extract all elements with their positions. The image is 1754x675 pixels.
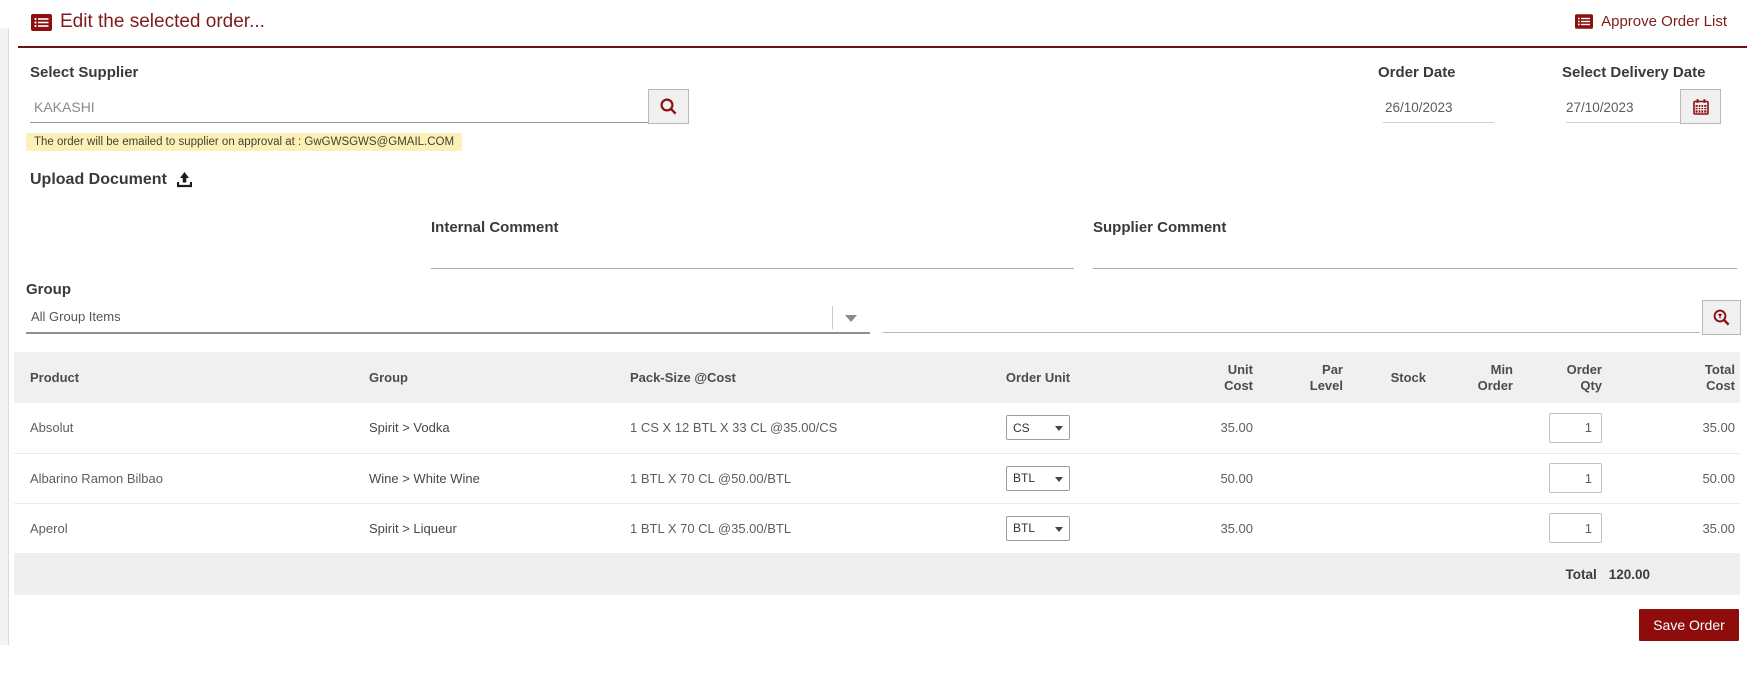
- cell-min-order: [1431, 453, 1518, 504]
- table-footer-row: Total 120.00: [14, 553, 1740, 595]
- order-unit-value: CS: [1013, 420, 1030, 435]
- approve-order-list-link[interactable]: Approve Order List: [1575, 13, 1727, 30]
- internal-comment-label: Internal Comment: [431, 219, 559, 236]
- search-icon: [659, 97, 678, 116]
- col-header-product: Product: [14, 352, 355, 403]
- delivery-date-value[interactable]: 27/10/2023: [1566, 100, 1634, 115]
- delivery-date-label: Select Delivery Date: [1562, 64, 1706, 81]
- supplier-input[interactable]: [30, 92, 648, 123]
- table-header-row: Product Group Pack-Size @Cost Order Unit…: [14, 352, 1740, 403]
- internal-comment-input[interactable]: [431, 241, 1074, 269]
- delivery-date-underline: [1566, 122, 1682, 123]
- supplier-comment-label: Supplier Comment: [1093, 219, 1227, 236]
- chevron-down-icon: [1055, 476, 1063, 482]
- cell-unit-cost: 35.00: [1086, 403, 1258, 454]
- col-header-order-unit: Order Unit: [990, 352, 1086, 403]
- calendar-icon: [1692, 98, 1710, 116]
- delivery-date-calendar-button[interactable]: [1680, 89, 1721, 124]
- order-unit-select[interactable]: BTL: [1006, 515, 1070, 541]
- cell-stock: [1348, 503, 1431, 554]
- supplier-search-button[interactable]: [648, 89, 689, 124]
- col-header-stock: Stock: [1348, 352, 1431, 403]
- page-title: Edit the selected order...: [60, 11, 265, 32]
- cell-total-cost: 35.00: [1608, 503, 1740, 554]
- cell-stock: [1348, 453, 1431, 504]
- cell-total-cost: 35.00: [1608, 403, 1740, 454]
- cell-product: Absolut: [14, 403, 355, 454]
- order-qty-input[interactable]: [1549, 412, 1602, 443]
- cell-product: Albarino Ramon Bilbao: [14, 453, 355, 504]
- upload-document-label: Upload Document: [30, 171, 167, 188]
- cell-pack-size: 1 BTL X 70 CL @35.00/BTL: [620, 503, 990, 554]
- upload-icon: [176, 172, 192, 188]
- total-label: Total: [1565, 566, 1597, 582]
- cell-par-level: [1258, 453, 1348, 504]
- cell-min-order: [1431, 503, 1518, 554]
- chevron-down-icon: [1055, 426, 1063, 432]
- group-label: Group: [26, 281, 71, 298]
- col-header-pack-size: Pack-Size @Cost: [620, 352, 990, 403]
- order-unit-select[interactable]: BTL: [1006, 465, 1070, 491]
- cell-group: Wine > White Wine: [355, 453, 620, 504]
- upload-document-button[interactable]: Upload Document: [30, 171, 192, 189]
- order-items-table: Product Group Pack-Size @Cost Order Unit…: [14, 352, 1740, 554]
- order-date-value: 26/10/2023: [1385, 100, 1453, 115]
- order-qty-input[interactable]: [1549, 463, 1602, 493]
- order-list-icon: [31, 14, 52, 31]
- table-row: Albarino Ramon Bilbao Wine > White Wine …: [14, 453, 1740, 504]
- search-filter-icon: [1712, 308, 1731, 327]
- product-search-input[interactable]: [883, 305, 1700, 333]
- cell-product: Aperol: [14, 503, 355, 554]
- group-filter-selected-value: All Group Items: [31, 309, 121, 324]
- order-unit-value: BTL: [1013, 521, 1036, 535]
- cell-unit-cost: 50.00: [1086, 453, 1258, 504]
- col-header-unit-cost: Unit Cost: [1086, 352, 1258, 403]
- cell-unit-cost: 35.00: [1086, 503, 1258, 554]
- order-edit-page: Edit the selected order... Approve Order…: [0, 0, 1754, 675]
- cell-total-cost: 50.00: [1608, 453, 1740, 504]
- col-header-group: Group: [355, 352, 620, 403]
- order-date-label: Order Date: [1378, 64, 1456, 81]
- order-unit-select[interactable]: CS: [1006, 415, 1070, 441]
- left-edge-strip: [0, 28, 9, 645]
- save-order-button[interactable]: Save Order: [1639, 609, 1739, 641]
- group-filter-select[interactable]: All Group Items: [26, 303, 870, 334]
- cell-pack-size: 1 CS X 12 BTL X 33 CL @35.00/CS: [620, 403, 990, 454]
- table-row: Aperol Spirit > Liqueur 1 BTL X 70 CL @3…: [14, 503, 1740, 554]
- cell-par-level: [1258, 403, 1348, 454]
- cell-min-order: [1431, 403, 1518, 454]
- approve-order-list-label: Approve Order List: [1601, 13, 1727, 30]
- email-approval-note: The order will be emailed to supplier on…: [26, 133, 463, 151]
- select-supplier-label: Select Supplier: [30, 64, 139, 81]
- col-header-total-cost: Total Cost: [1608, 352, 1740, 403]
- header-divider: [18, 46, 1747, 48]
- approve-list-icon: [1575, 14, 1594, 29]
- col-header-min-order: Min Order: [1431, 352, 1518, 403]
- order-date-underline: [1383, 122, 1494, 123]
- col-header-order-qty: Order Qty: [1518, 352, 1608, 403]
- order-qty-input[interactable]: [1549, 513, 1602, 543]
- table-row: Absolut Spirit > Vodka 1 CS X 12 BTL X 3…: [14, 403, 1740, 454]
- cell-group: Spirit > Liqueur: [355, 503, 620, 554]
- chevron-down-icon: [1055, 526, 1063, 532]
- total-value: 120.00: [1608, 566, 1650, 582]
- cell-group: Spirit > Vodka: [355, 403, 620, 454]
- cell-par-level: [1258, 503, 1348, 554]
- select-divider: [832, 306, 833, 329]
- col-header-par-level: Par Level: [1258, 352, 1348, 403]
- order-unit-value: BTL: [1013, 471, 1036, 485]
- cell-stock: [1348, 403, 1431, 454]
- supplier-comment-input[interactable]: [1093, 241, 1737, 269]
- cell-pack-size: 1 BTL X 70 CL @50.00/BTL: [620, 453, 990, 504]
- product-search-button[interactable]: [1702, 300, 1741, 335]
- chevron-down-icon: [845, 315, 857, 322]
